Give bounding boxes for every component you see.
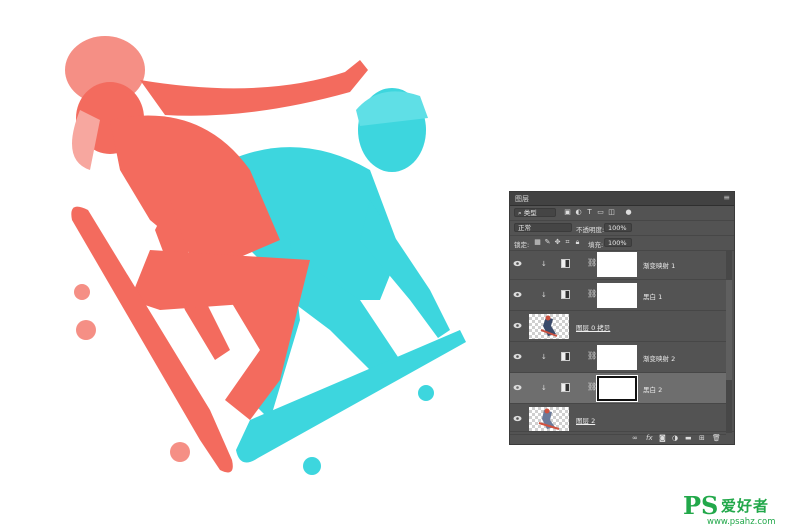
fx-icon[interactable]: fx [646, 434, 653, 442]
black-white-adjustment-icon [561, 290, 570, 299]
visibility-eye-icon[interactable] [513, 291, 522, 298]
group-icon[interactable]: ▬ [685, 434, 692, 442]
adjustment-icon[interactable]: ◑ [672, 434, 678, 442]
filter-toggle-icon[interactable]: ● [625, 209, 632, 216]
layer-name: 黑白 2 [643, 386, 663, 394]
layer-mask-thumbnail[interactable] [597, 345, 637, 370]
filter-kind-select[interactable]: ⌕ 类型 [514, 208, 556, 217]
smart-object-filter-icon[interactable]: ◫ [608, 209, 615, 216]
layer-row[interactable]: ↓ ⛓ 黑白 1 [510, 280, 726, 311]
layer-mask-thumbnail[interactable] [597, 252, 637, 277]
layer-thumbnail[interactable] [529, 407, 569, 432]
clipping-arrow-icon: ↓ [541, 353, 547, 361]
visibility-eye-icon[interactable] [513, 322, 522, 329]
layer-mask-thumbnail[interactable] [597, 283, 637, 308]
image-filter-icon[interactable]: ▣ [564, 209, 571, 216]
filter-row: ⌕ 类型 ▣ ◐ T ▭ ◫ ● [510, 206, 734, 221]
layer-row[interactable]: ↓ ⛓ 渐变映射 1 [510, 249, 726, 280]
visibility-eye-icon[interactable] [513, 415, 522, 422]
opacity-label: 不透明度: [576, 226, 605, 234]
fill-input[interactable]: 100% [604, 238, 632, 247]
shape-filter-icon[interactable]: ▭ [597, 209, 604, 216]
filter-kind-label: 类型 [523, 209, 537, 217]
visibility-eye-icon[interactable] [513, 384, 522, 391]
watermark-logo: PS 爱好者 www.psahz.com [683, 491, 793, 527]
lock-position-icon[interactable]: ✥ [554, 239, 561, 246]
visibility-eye-icon[interactable] [513, 353, 522, 360]
skater-thumbnail-icon [540, 315, 558, 337]
scrollbar-thumb[interactable] [726, 280, 732, 380]
layers-list: ↓ ⛓ 渐变映射 1 ↓ ⛓ 黑白 1 图层 0 拷贝 ↓ ⛓ 渐变映射 2 ↓… [510, 249, 726, 435]
layer-row[interactable]: 图层 0 拷贝 [510, 311, 726, 342]
lock-artboard-icon[interactable]: ⌗ [564, 239, 571, 246]
new-layer-icon[interactable]: ⊞ [699, 434, 705, 442]
mask-icon[interactable]: ◙ [659, 434, 666, 442]
layers-panel: 图层 ≡ ⌕ 类型 ▣ ◐ T ▭ ◫ ● 正常 不透明度: 100% 锁定: … [509, 191, 735, 445]
layers-panel-header: 图层 ≡ [510, 192, 734, 206]
panel-menu-icon[interactable]: ≡ [723, 193, 730, 202]
layer-row[interactable]: ↓ ⛓ 渐变映射 2 [510, 342, 726, 373]
watermark-ps: PS [683, 491, 719, 520]
panel-title: 图层 [515, 195, 529, 203]
mask-link-icon[interactable]: ⛓ [587, 382, 597, 391]
clipping-arrow-icon: ↓ [541, 384, 547, 392]
black-white-adjustment-icon [561, 383, 570, 392]
canvas-artwork [65, 36, 466, 475]
layers-footer: ∞ fx ◙ ◑ ▬ ⊞ 🗑︎ [510, 431, 734, 444]
clipping-arrow-icon: ↓ [541, 291, 547, 299]
lock-all-icon[interactable]: 🔒︎ [574, 239, 581, 246]
layer-mask-thumbnail-selected[interactable] [596, 375, 638, 402]
fill-label: 填充: [588, 241, 604, 249]
clipping-arrow-icon: ↓ [541, 260, 547, 268]
mask-link-icon[interactable]: ⛓ [587, 351, 597, 360]
lock-label: 锁定: [514, 241, 530, 249]
mask-link-icon[interactable]: ⛓ [587, 258, 597, 267]
layer-name: 图层 2 [576, 417, 596, 425]
layer-name: 渐变映射 1 [643, 262, 676, 270]
layer-thumbnail[interactable] [529, 314, 569, 339]
type-filter-icon[interactable]: T [586, 209, 593, 216]
blend-mode-select[interactable]: 正常 [514, 223, 572, 232]
layers-scrollbar[interactable] [726, 250, 732, 433]
gradient-map-adjustment-icon [561, 259, 570, 268]
lock-image-icon[interactable]: ✎ [544, 239, 551, 246]
mask-link-icon[interactable]: ⛓ [587, 289, 597, 298]
skater-thumbnail-icon [538, 408, 560, 430]
gradient-map-adjustment-icon [561, 352, 570, 361]
search-icon: ⌕ [518, 209, 522, 217]
layer-name: 黑白 1 [643, 293, 663, 301]
blend-row: 正常 不透明度: 100% [510, 221, 734, 236]
opacity-input[interactable]: 100% [604, 223, 632, 232]
opacity-value: 100% [608, 224, 627, 232]
visibility-eye-icon[interactable] [513, 260, 522, 267]
blend-mode-value: 正常 [518, 224, 531, 232]
watermark-cn: 爱好者 [721, 497, 770, 515]
adjustment-filter-icon[interactable]: ◐ [575, 209, 582, 216]
layer-row-active[interactable]: ↓ ⛓ 黑白 2 [510, 373, 726, 404]
lock-transparent-icon[interactable]: ▦ [534, 239, 541, 246]
link-icon[interactable]: ∞ [632, 434, 638, 442]
watermark-url: www.psahz.com [707, 517, 776, 527]
delete-icon[interactable]: 🗑︎ [712, 434, 721, 442]
fill-value: 100% [608, 239, 627, 247]
layer-name: 图层 0 拷贝 [576, 324, 611, 332]
layer-name: 渐变映射 2 [643, 355, 676, 363]
